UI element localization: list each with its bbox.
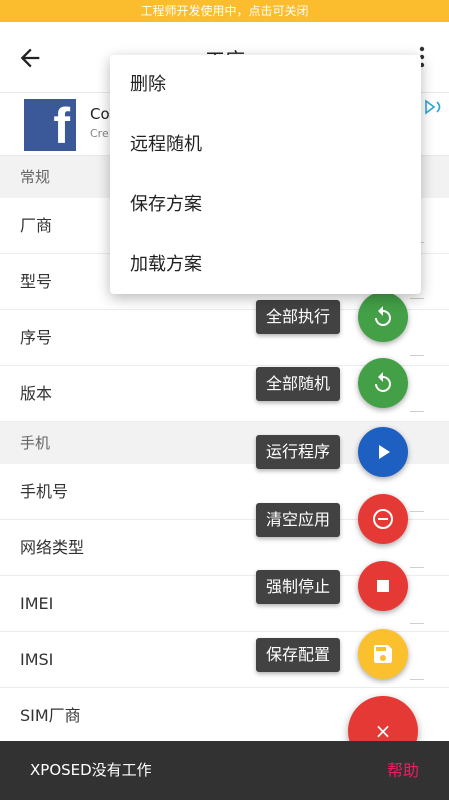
execute-all-button[interactable] <box>358 292 408 342</box>
fab-label-randomize-all[interactable]: 全部随机 <box>256 367 341 401</box>
menu-item-remote-random[interactable]: 远程随机 <box>110 115 421 175</box>
play-icon <box>379 445 390 459</box>
remove-circle-icon <box>373 509 393 529</box>
developer-banner[interactable]: 工程师开发使用中，点击可关闭 <box>0 0 449 22</box>
fab-label-run-program[interactable]: 运行程序 <box>256 435 341 469</box>
help-button[interactable]: 帮助 <box>387 741 419 800</box>
fab-label-force-stop[interactable]: 强制停止 <box>256 570 341 604</box>
refresh-icon <box>375 372 391 392</box>
divider <box>410 511 424 512</box>
menu-item-delete[interactable]: 删除 <box>110 55 421 115</box>
divider <box>410 298 424 299</box>
divider <box>410 411 424 412</box>
menu-item-load-scheme[interactable]: 加载方案 <box>110 235 421 295</box>
fab-label-execute-all[interactable]: 全部执行 <box>256 300 341 334</box>
divider <box>410 679 424 680</box>
divider <box>410 567 424 568</box>
save-config-button[interactable] <box>358 629 408 679</box>
stop-icon <box>377 580 389 592</box>
status-snackbar: XPOSED没有工作 帮助 <box>0 741 449 800</box>
arrow-left-icon[interactable] <box>16 44 44 72</box>
randomize-all-button[interactable] <box>358 358 408 408</box>
xposed-status-text: XPOSED没有工作 <box>30 761 152 779</box>
ad-choices-icon[interactable] <box>423 99 443 115</box>
divider <box>410 355 424 356</box>
fab-label-save-config[interactable]: 保存配置 <box>256 638 341 672</box>
menu-item-save-scheme[interactable]: 保存方案 <box>110 175 421 235</box>
clear-apps-button[interactable] <box>358 494 408 544</box>
facebook-logo-icon: f <box>24 98 76 154</box>
force-stop-button[interactable] <box>358 561 408 611</box>
ad-title: Co <box>90 105 110 123</box>
refresh-icon <box>375 306 391 326</box>
fab-label-clear-apps[interactable]: 清空应用 <box>256 503 341 537</box>
save-icon <box>374 645 392 663</box>
ad-subtitle: Cre <box>90 127 109 140</box>
run-program-button[interactable] <box>358 427 408 477</box>
divider <box>410 623 424 624</box>
overflow-menu: 删除 远程随机 保存方案 加载方案 <box>110 55 421 294</box>
